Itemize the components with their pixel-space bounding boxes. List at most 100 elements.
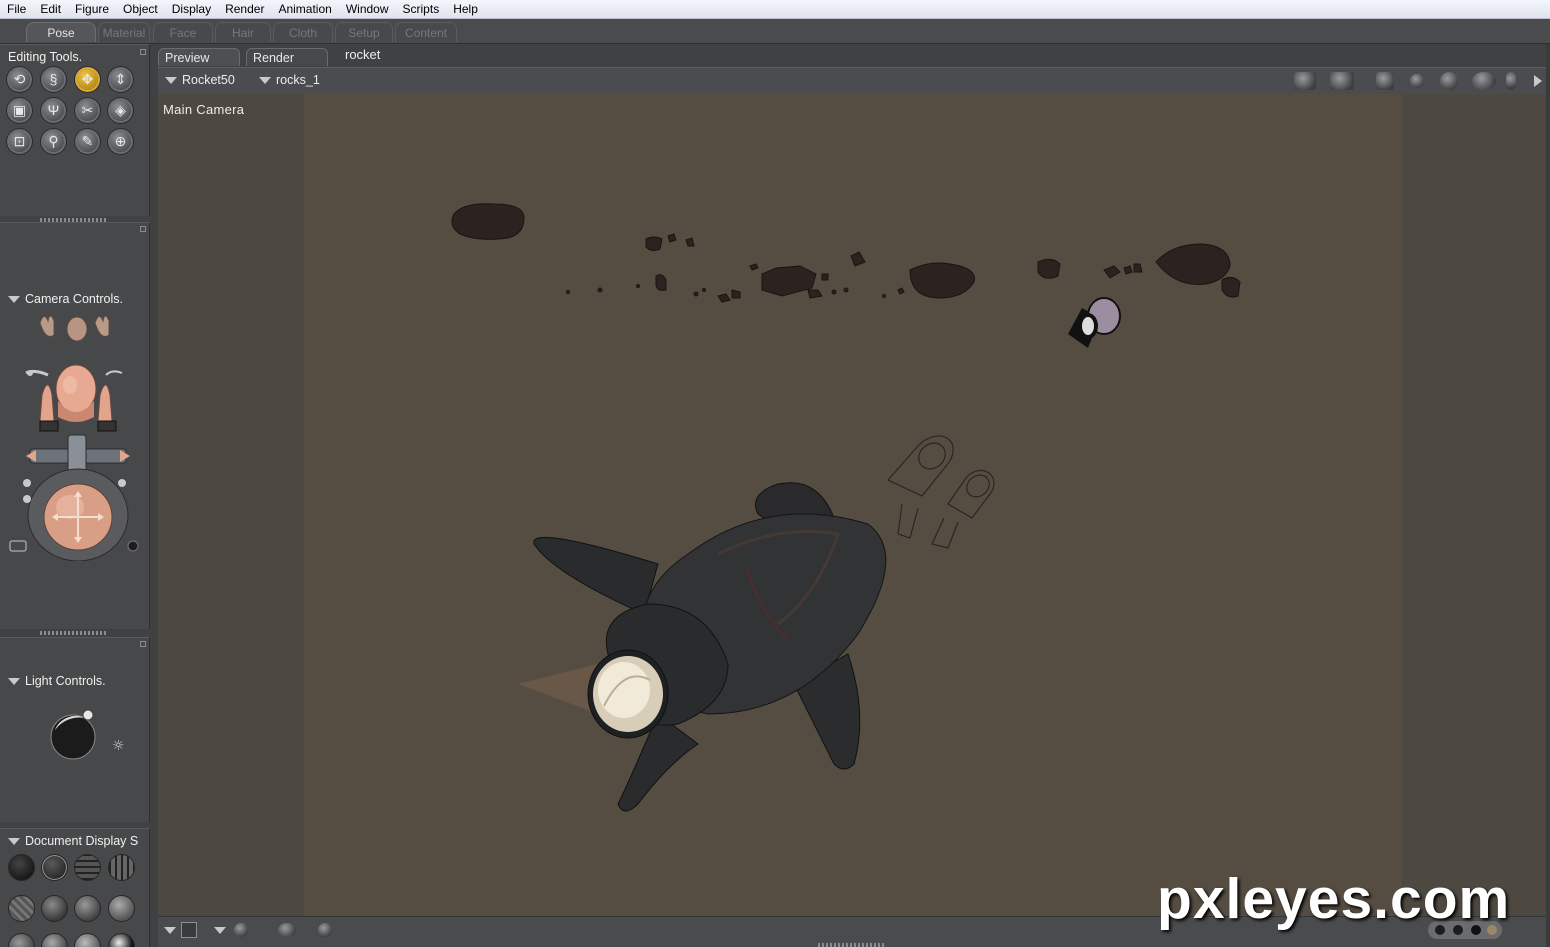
panel-resize-grip[interactable] bbox=[818, 943, 884, 947]
actor-selector-value: rocks_1 bbox=[276, 73, 320, 87]
light-controls-title[interactable]: Light Controls. bbox=[8, 674, 106, 688]
display-silhouette-icon[interactable] bbox=[8, 854, 35, 881]
display-menu-triangle-icon[interactable] bbox=[164, 927, 176, 934]
menu-scripts[interactable]: Scripts bbox=[396, 0, 447, 19]
camera-controls-title[interactable]: Camera Controls. bbox=[8, 292, 123, 306]
panel-pin-icon[interactable] bbox=[140, 49, 146, 55]
display-flat-lined-icon[interactable] bbox=[74, 895, 101, 922]
camera-controls-panel: Camera Controls. bbox=[0, 222, 150, 635]
light-sun-icon: ☼ bbox=[112, 738, 125, 754]
actor-selector[interactable]: rocks_1 bbox=[259, 73, 320, 87]
editing-tools-title: Editing Tools. bbox=[8, 50, 83, 64]
display-hidden-line-icon[interactable] bbox=[108, 854, 135, 881]
depth-cue-icon[interactable] bbox=[318, 923, 332, 937]
camera-select-icon[interactable] bbox=[1376, 72, 1394, 90]
camera-move-icon[interactable] bbox=[1472, 72, 1496, 90]
tab-content[interactable]: Content bbox=[395, 22, 457, 42]
display-flat-shaded-icon[interactable] bbox=[41, 895, 68, 922]
display-lit-wireframe-icon[interactable] bbox=[8, 895, 35, 922]
document-name: rocket bbox=[345, 47, 381, 62]
display-smooth-lined-icon[interactable] bbox=[41, 933, 68, 947]
tab-material[interactable]: Material bbox=[98, 22, 150, 42]
menu-bar: File Edit Figure Object Display Render A… bbox=[0, 0, 1550, 19]
camera-face-icon bbox=[55, 364, 97, 422]
color-icon[interactable]: ◈ bbox=[107, 97, 134, 124]
tab-render[interactable]: Render bbox=[246, 48, 328, 66]
menu-display[interactable]: Display bbox=[165, 0, 218, 19]
figure-selector-value: Rocket50 bbox=[182, 73, 235, 87]
collapse-triangle-icon bbox=[8, 678, 20, 686]
taper-icon[interactable]: Ψ bbox=[40, 97, 67, 124]
translate-in-out-icon[interactable]: ⇕ bbox=[107, 66, 134, 93]
camera-controls-widget[interactable] bbox=[0, 311, 150, 561]
tab-setup[interactable]: Setup bbox=[335, 22, 393, 42]
tab-face[interactable]: Face bbox=[153, 22, 213, 42]
menu-file[interactable]: File bbox=[0, 0, 33, 19]
lighting-icon[interactable] bbox=[1440, 72, 1458, 90]
menu-object[interactable]: Object bbox=[116, 0, 165, 19]
watermark-text: pxleyes.com bbox=[1157, 867, 1511, 931]
translate-icon[interactable]: ✥ bbox=[74, 66, 101, 93]
scene-canvas[interactable] bbox=[158, 94, 1548, 916]
document-display-title[interactable]: Document Display S bbox=[8, 834, 138, 848]
dropdown-triangle-icon bbox=[259, 77, 271, 85]
editing-tools-panel: Editing Tools. ⟲ § ✥ ⇕ ▣ Ψ ✂ ◈ ⊡ ⚲ ✎ ⊕ bbox=[0, 44, 150, 222]
menu-window[interactable]: Window bbox=[339, 0, 396, 19]
menu-figure[interactable]: Figure bbox=[68, 0, 116, 19]
ground-shadow-icon[interactable] bbox=[234, 923, 248, 937]
display-outline-icon[interactable] bbox=[41, 854, 68, 881]
display-texture-shaded-icon[interactable] bbox=[74, 933, 101, 947]
chain-break-icon[interactable]: ✂ bbox=[74, 97, 101, 124]
tab-cloth[interactable]: Cloth bbox=[273, 22, 333, 42]
tab-preview[interactable]: Preview bbox=[158, 48, 240, 66]
view-magnifier-icon[interactable]: ⚲ bbox=[40, 128, 67, 155]
rotate-icon[interactable]: ⟲ bbox=[6, 66, 33, 93]
light-controls-label: Light Controls. bbox=[25, 674, 106, 688]
panel-resize-grip[interactable] bbox=[40, 631, 106, 635]
grouping-icon[interactable]: ⊡ bbox=[6, 128, 33, 155]
depth-icon[interactable] bbox=[1506, 72, 1516, 90]
camera-select-icon bbox=[9, 540, 27, 552]
menu-edit[interactable]: Edit bbox=[33, 0, 68, 19]
tab-pose[interactable]: Pose bbox=[26, 22, 96, 42]
room-tabs: Pose Material Face Hair Cloth Setup Cont… bbox=[0, 19, 1550, 44]
dropdown-triangle-icon bbox=[165, 77, 177, 85]
area-render-icon[interactable] bbox=[1330, 72, 1354, 90]
camera-preset-hands-icon bbox=[39, 315, 110, 342]
display-style-icon[interactable] bbox=[1410, 74, 1424, 88]
rocks-figure bbox=[451, 203, 1241, 303]
layout-icon[interactable] bbox=[181, 922, 197, 938]
direct-manipulation-icon[interactable]: ⊕ bbox=[107, 128, 134, 155]
twist-icon[interactable]: § bbox=[40, 66, 67, 93]
play-arrow-icon[interactable] bbox=[1534, 75, 1542, 87]
light-gizmo-icon bbox=[887, 435, 995, 549]
render-camera-icon[interactable] bbox=[1294, 72, 1316, 90]
light-controls-panel: Light Controls. ☼ bbox=[0, 637, 150, 822]
display-wireframe-icon[interactable] bbox=[74, 854, 101, 881]
spotlight-icon bbox=[1068, 297, 1121, 348]
light-globe-widget[interactable]: ☼ bbox=[40, 708, 140, 768]
display-cartoon-icon[interactable] bbox=[108, 895, 135, 922]
poser-window: File Edit Figure Object Display Render A… bbox=[0, 0, 1550, 947]
scale-icon[interactable]: ▣ bbox=[6, 97, 33, 124]
tab-hair[interactable]: Hair bbox=[215, 22, 271, 42]
morph-brush-icon[interactable]: ✎ bbox=[74, 128, 101, 155]
rocket-figure bbox=[518, 482, 887, 812]
menu-help[interactable]: Help bbox=[446, 0, 485, 19]
menu-render[interactable]: Render bbox=[218, 0, 271, 19]
tracking-icon[interactable] bbox=[278, 923, 296, 937]
main-viewport[interactable]: Main Camera bbox=[158, 94, 1548, 916]
camera-controls-label: Camera Controls. bbox=[25, 292, 123, 306]
camera-trackball-icon bbox=[27, 468, 129, 561]
collapse-triangle-icon bbox=[8, 296, 20, 304]
display-preview-icon[interactable] bbox=[108, 933, 135, 947]
document-display-label: Document Display S bbox=[25, 834, 139, 848]
right-drawer-edge[interactable] bbox=[1546, 44, 1550, 947]
panel-pin-icon[interactable] bbox=[140, 641, 146, 647]
menu-animation[interactable]: Animation bbox=[271, 0, 338, 19]
display-smooth-shaded-icon[interactable] bbox=[8, 933, 35, 947]
camera-roll-right-icon bbox=[105, 370, 123, 376]
figure-selector[interactable]: Rocket50 bbox=[165, 73, 235, 87]
options-triangle-icon[interactable] bbox=[214, 927, 226, 934]
panel-pin-icon[interactable] bbox=[140, 226, 146, 232]
